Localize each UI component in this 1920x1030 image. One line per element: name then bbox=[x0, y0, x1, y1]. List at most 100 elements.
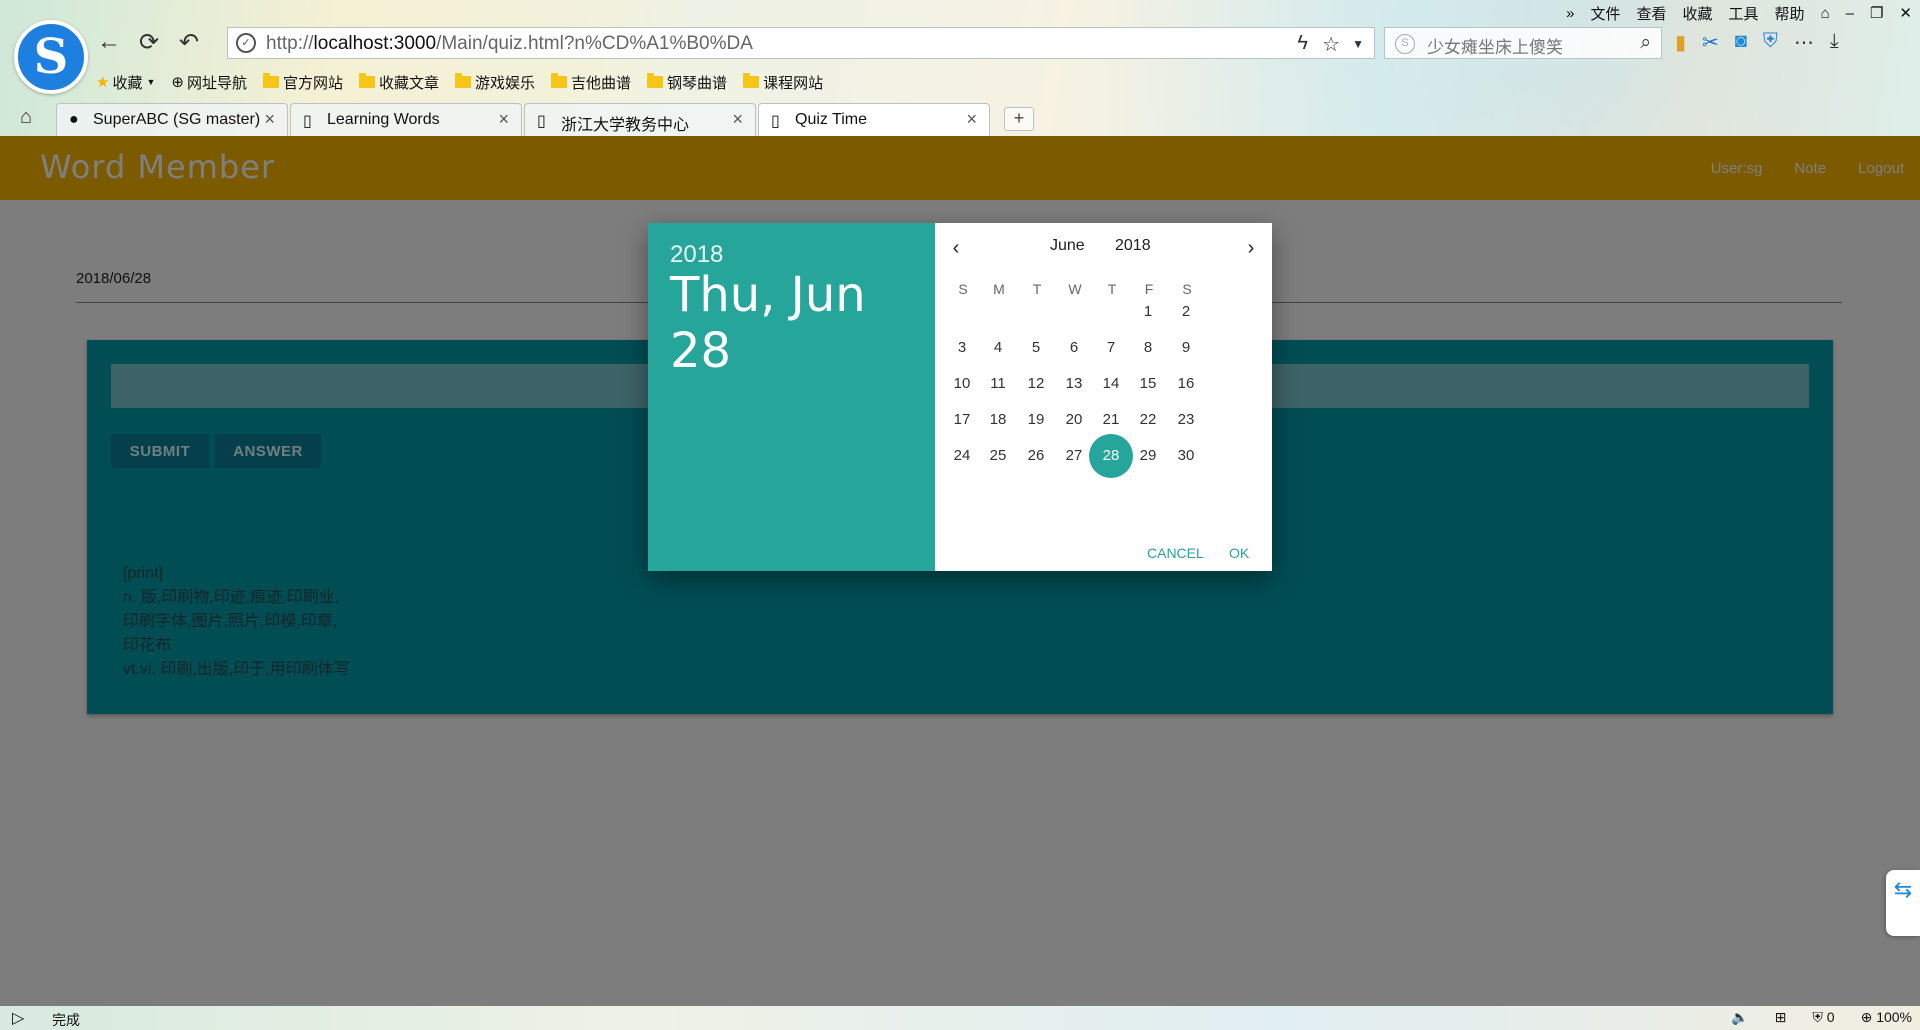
menu-item-favorites[interactable]: 收藏 bbox=[1683, 3, 1713, 24]
page-icon: ▯ bbox=[771, 113, 780, 130]
star-icon: ★ bbox=[96, 74, 110, 91]
close-icon[interactable]: × bbox=[498, 109, 509, 130]
url-text[interactable]: http://localhost:3000/Main/quiz.html?n%C… bbox=[266, 33, 753, 55]
globe-icon: ⊕ bbox=[171, 74, 184, 91]
search-icon[interactable]: ⌕ bbox=[1640, 32, 1651, 54]
bookmark-folder[interactable]: 游戏娱乐 bbox=[455, 72, 535, 93]
search-engine-icon[interactable]: S bbox=[1395, 34, 1415, 54]
back-icon[interactable]: ← bbox=[95, 28, 123, 56]
home-icon[interactable]: ⌂ bbox=[20, 106, 32, 129]
tab-zju[interactable]: ▯ 浙江大学教务中心 × bbox=[524, 103, 756, 136]
status-right: 🔈 ⊞ ⛨ 0 ⊕ 100% bbox=[1731, 1009, 1912, 1026]
download-icon[interactable]: ⤓ bbox=[1830, 30, 1839, 55]
chevron-left-icon[interactable]: ‹ bbox=[941, 233, 971, 263]
adblock-count-value: 0 bbox=[1826, 1009, 1835, 1025]
page-icon: ▯ bbox=[303, 113, 312, 130]
tab-quiz-time[interactable]: ▯ Quiz Time × bbox=[758, 103, 990, 136]
folder-icon bbox=[551, 73, 568, 88]
page-icon: ▯ bbox=[537, 113, 546, 130]
tab-label: Learning Words bbox=[327, 111, 440, 128]
translate-icon[interactable]: ◙ bbox=[1735, 30, 1747, 55]
bookmark-folder[interactable]: 官方网站 bbox=[262, 72, 343, 93]
scissors-icon[interactable]: ✂ bbox=[1702, 30, 1719, 55]
skin-icon[interactable]: ⌂ bbox=[1821, 5, 1830, 22]
browser-chrome: S » 文件 查看 收藏 工具 帮助 ⌂ – ❐ ✕ ← ⟳ ↶ ✓ http:… bbox=[0, 0, 1920, 136]
more-icon[interactable]: ⋯ bbox=[1794, 30, 1814, 55]
folder-icon bbox=[455, 73, 472, 88]
url-host: localhost:3000 bbox=[313, 33, 437, 54]
bookmark-label: 课程网站 bbox=[763, 74, 824, 92]
bookmark-favorites[interactable]: ★ 收藏 ▼ bbox=[96, 72, 155, 93]
cancel-button[interactable]: CANCEL bbox=[1147, 545, 1204, 561]
bookmark-folder[interactable]: 课程网站 bbox=[743, 72, 823, 93]
bookmark-label: 收藏 bbox=[112, 74, 143, 92]
toolbar-icons: ▮ ✂ ◙ ⛨ ⋯ ⤓ bbox=[1675, 30, 1839, 55]
menu-item-help[interactable]: 帮助 bbox=[1775, 3, 1805, 24]
tab-label: SuperABC (SG master) bbox=[93, 111, 261, 128]
new-tab-button[interactable]: + bbox=[1004, 107, 1034, 131]
search-input[interactable]: 少女瘫坐床上傻笑 bbox=[1427, 33, 1563, 58]
tab-learning-words[interactable]: ▯ Learning Words × bbox=[290, 103, 522, 136]
close-icon[interactable]: × bbox=[966, 109, 977, 130]
address-bar[interactable]: ✓ http://localhost:3000/Main/quiz.html?n… bbox=[227, 27, 1375, 59]
folder-icon bbox=[262, 73, 279, 88]
ok-button[interactable]: OK bbox=[1229, 545, 1249, 561]
undo-icon[interactable]: ↶ bbox=[175, 28, 203, 56]
menu-item-file[interactable]: 文件 bbox=[1590, 3, 1620, 24]
teamviewer-icon[interactable]: ⇆ bbox=[1886, 870, 1920, 936]
network-icon[interactable]: ⊞ bbox=[1775, 1009, 1787, 1026]
weekday-label: T bbox=[1032, 281, 1042, 297]
play-icon[interactable]: ▷ bbox=[12, 1008, 24, 1028]
reload-icon[interactable]: ⟳ bbox=[135, 28, 163, 56]
chevron-down-icon[interactable]: ▼ bbox=[1352, 37, 1364, 51]
status-text: 完成 bbox=[52, 1012, 80, 1028]
calendar: ‹ June 2018 › S M T W T F S CANCEL OK 12… bbox=[935, 223, 1272, 571]
bookmark-folder[interactable]: 收藏文章 bbox=[359, 72, 439, 93]
star-icon[interactable]: ☆ bbox=[1322, 32, 1340, 57]
menu-item-tools[interactable]: 工具 bbox=[1729, 3, 1759, 24]
bookmark-label: 钢琴曲谱 bbox=[667, 74, 728, 92]
menu-item-view[interactable]: 查看 bbox=[1637, 3, 1667, 24]
calendar-month: June bbox=[1050, 237, 1085, 254]
zoom-level[interactable]: ⊕ 100% bbox=[1861, 1009, 1912, 1026]
bookmark-label: 吉他曲谱 bbox=[571, 74, 632, 92]
calendar-year: 2018 bbox=[1115, 237, 1151, 254]
tab-superabc[interactable]: ● SuperABC (SG master) × bbox=[56, 103, 288, 136]
weekday-label: T bbox=[1107, 281, 1117, 297]
close-window-icon[interactable]: ✕ bbox=[1899, 4, 1912, 22]
tab-label: Quiz Time bbox=[795, 111, 868, 128]
date-picker-header: 2018 Thu, Jun 28 bbox=[648, 223, 935, 571]
restore-icon[interactable]: ❐ bbox=[1870, 4, 1883, 22]
url-prefix: http:// bbox=[266, 33, 314, 54]
bookmarks-bar: ★ 收藏 ▼ ⊕ 网址导航 官方网站 收藏文章 游戏娱乐 吉他曲谱 钢琴曲谱 课程网站 bbox=[96, 70, 839, 94]
browser-menu-bar: » 文件 查看 收藏 工具 帮助 ⌂ – ❐ ✕ bbox=[1558, 2, 1920, 24]
bookmark-folder[interactable]: 吉他曲谱 bbox=[551, 72, 631, 93]
bookmark-nav[interactable]: ⊕ 网址导航 bbox=[171, 72, 247, 93]
search-box[interactable]: S 少女瘫坐床上傻笑 ⌕ bbox=[1384, 27, 1662, 59]
speaker-icon[interactable]: 🔈 bbox=[1731, 1009, 1748, 1026]
bookmark-folder[interactable]: 钢琴曲谱 bbox=[647, 72, 727, 93]
folder-icon bbox=[647, 73, 664, 88]
calendar-day[interactable]: 30 bbox=[1164, 434, 1208, 478]
zoom-value: 100% bbox=[1876, 1009, 1912, 1025]
adblock-count[interactable]: ⛨ 0 bbox=[1812, 1009, 1834, 1026]
chevron-right-icon[interactable]: › bbox=[1236, 233, 1266, 263]
notes-icon[interactable]: ▮ bbox=[1675, 30, 1686, 55]
selected-date: Thu, Jun 28 bbox=[670, 267, 866, 379]
lightning-icon[interactable]: ϟ bbox=[1297, 32, 1308, 55]
folder-icon bbox=[359, 73, 375, 88]
minimize-icon[interactable]: – bbox=[1846, 5, 1854, 22]
close-icon[interactable]: × bbox=[732, 109, 743, 130]
bookmark-label: 收藏文章 bbox=[379, 74, 440, 92]
github-icon: ● bbox=[69, 111, 79, 128]
selected-year[interactable]: 2018 bbox=[670, 241, 723, 269]
bookmark-label: 官方网站 bbox=[282, 74, 343, 92]
browser-logo[interactable]: S bbox=[14, 20, 88, 94]
bookmark-label: 网址导航 bbox=[186, 74, 247, 92]
shield-icon[interactable]: ⛨ bbox=[1763, 30, 1778, 55]
chevron-double-icon[interactable]: » bbox=[1566, 5, 1574, 22]
date-picker-dialog: 2018 Thu, Jun 28 ‹ June 2018 › S M T W T… bbox=[648, 223, 1272, 571]
weekday-label: S bbox=[958, 281, 968, 297]
tab-strip: ⌂ ● SuperABC (SG master) × ▯ Learning Wo… bbox=[0, 100, 1920, 136]
close-icon[interactable]: × bbox=[264, 109, 275, 130]
